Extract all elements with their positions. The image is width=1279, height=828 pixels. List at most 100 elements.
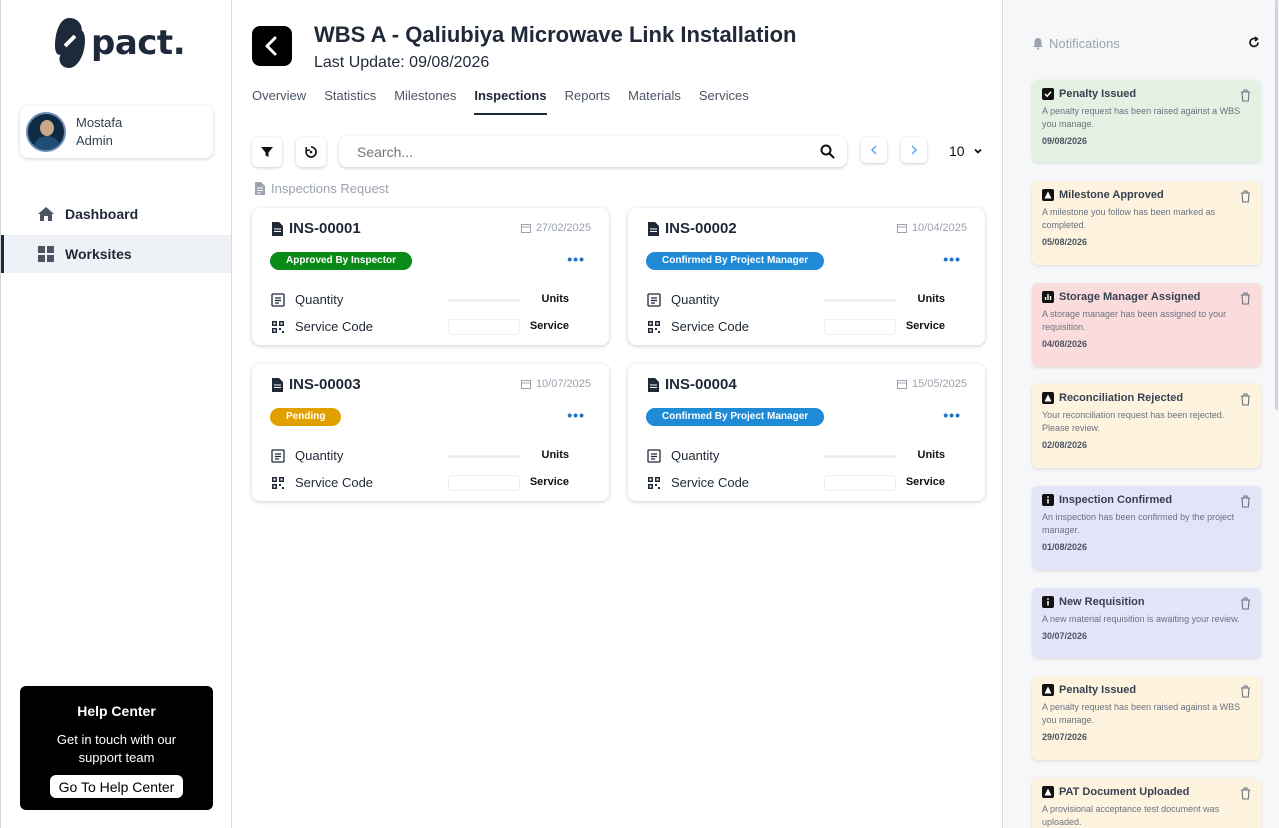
notification-item[interactable]: Milestone Approved A milestone you follo… — [1032, 181, 1261, 265]
service-label: Service — [529, 476, 569, 488]
chevron-left-icon — [265, 36, 277, 56]
tab-materials[interactable]: Materials — [628, 88, 681, 115]
trash-icon[interactable] — [1240, 292, 1251, 305]
inspection-card[interactable]: INS-00001 27/02/2025 Approved By Inspect… — [252, 208, 609, 345]
reset-icon — [305, 146, 317, 158]
qr-code-icon — [272, 476, 284, 489]
inspection-card[interactable]: INS-00003 10/07/2025 Pending ••• Quantit… — [252, 364, 609, 501]
trash-icon[interactable] — [1240, 190, 1251, 203]
inspection-date: 10/04/2025 — [911, 222, 967, 234]
search-box — [339, 136, 847, 167]
warning-icon — [1042, 684, 1054, 696]
per-page-select[interactable]: 10 — [949, 143, 983, 159]
units-label: Units — [917, 293, 946, 305]
search-input[interactable] — [357, 142, 797, 162]
more-options-icon[interactable]: ••• — [567, 407, 585, 423]
notification-date: 04/08/2026 — [1042, 339, 1088, 349]
notification-item[interactable]: PAT Document Uploaded A provisional acce… — [1032, 778, 1261, 828]
notification-message: A storage manager has been assigned to y… — [1042, 309, 1227, 332]
help-center-card: Help Center Get in touch with our suppor… — [20, 686, 213, 810]
per-page-value: 10 — [949, 143, 965, 159]
qr-code-icon — [648, 320, 660, 333]
avatar — [26, 112, 66, 152]
chevron-right-icon — [911, 145, 918, 155]
tab-services[interactable]: Services — [699, 88, 749, 115]
user-card[interactable]: Mostafa Admin — [20, 106, 213, 158]
tab-statistics[interactable]: Statistics — [324, 88, 376, 115]
quantity-label: Quantity — [295, 448, 344, 463]
inspection-card[interactable]: INS-00002 10/04/2025 Confirmed By Projec… — [628, 208, 985, 345]
notification-item[interactable]: Storage Manager Assigned A storage manag… — [1032, 283, 1261, 367]
trash-icon[interactable] — [1240, 685, 1251, 698]
service-label: Service — [905, 320, 945, 332]
notification-item[interactable]: Penalty Issued A penalty request has bee… — [1032, 676, 1261, 760]
notifications-scrollbar[interactable] — [1275, 0, 1278, 410]
nav-worksites-label: Worksites — [65, 246, 132, 262]
notification-message: An inspection has been confirmed by the … — [1042, 512, 1235, 535]
prev-page-button[interactable] — [861, 137, 887, 163]
notification-item[interactable]: Inspection Confirmed An inspection has b… — [1032, 486, 1261, 570]
help-title: Help Center — [77, 703, 156, 719]
page-title: WBS A - Qaliubiya Microwave Link Install… — [314, 22, 797, 47]
status-badge: Confirmed By Project Manager — [646, 408, 825, 426]
inspection-id: INS-00001 — [289, 220, 361, 237]
more-options-icon[interactable]: ••• — [943, 251, 961, 267]
inspection-card[interactable]: INS-00004 15/05/2025 Confirmed By Projec… — [628, 364, 985, 501]
back-button[interactable] — [252, 26, 292, 66]
quantity-bar — [448, 299, 520, 302]
bar-chart-icon — [1042, 291, 1054, 303]
trash-icon[interactable] — [1240, 495, 1251, 508]
service-code-label: Service Code — [295, 319, 374, 334]
notification-message: A penalty request has been raised agains… — [1042, 702, 1241, 725]
nav-worksites[interactable]: Worksites — [1, 235, 232, 273]
search-icon[interactable] — [820, 144, 835, 159]
filter-button[interactable] — [252, 137, 282, 167]
notification-title: Inspection Confirmed — [1059, 494, 1173, 506]
notification-date: 02/08/2026 — [1042, 440, 1088, 450]
inspection-date: 15/05/2025 — [911, 378, 967, 390]
next-page-button[interactable] — [901, 137, 927, 163]
calendar-icon — [896, 224, 907, 233]
service-code-label: Service Code — [295, 475, 374, 490]
document-icon — [272, 377, 283, 392]
units-label: Units — [541, 449, 570, 461]
pact-logo[interactable]: pact. — [51, 16, 186, 70]
reset-button[interactable] — [296, 137, 326, 167]
more-options-icon[interactable]: ••• — [567, 251, 585, 267]
inspection-date: 27/02/2025 — [535, 222, 591, 234]
notification-item[interactable]: Reconciliation Rejected Your reconciliat… — [1032, 384, 1261, 468]
more-options-icon[interactable]: ••• — [943, 407, 961, 423]
tab-milestones[interactable]: Milestones — [394, 88, 456, 115]
calendar-icon — [520, 380, 531, 389]
chevron-down-icon — [973, 148, 982, 154]
trash-icon[interactable] — [1240, 787, 1251, 800]
tab-inspections[interactable]: Inspections — [474, 88, 547, 115]
trash-icon[interactable] — [1240, 89, 1251, 102]
units-label: Units — [541, 293, 570, 305]
trash-icon[interactable] — [1240, 597, 1251, 610]
notification-item[interactable]: Penalty Issued A penalty request has bee… — [1032, 80, 1261, 162]
units-label: Units — [917, 449, 946, 461]
section-label-text: Inspections Request — [271, 181, 389, 196]
notification-message: A provisional acceptance test document w… — [1042, 804, 1220, 827]
info-icon — [1042, 596, 1054, 608]
notification-message: A milestone you follow has been marked a… — [1042, 207, 1216, 230]
warning-icon — [1042, 189, 1054, 201]
chevron-left-icon — [870, 145, 877, 155]
service-code-field — [448, 319, 520, 335]
notification-item[interactable]: New Requisition A new material requisiti… — [1032, 588, 1261, 658]
filter-icon — [261, 147, 273, 157]
tab-reports[interactable]: Reports — [565, 88, 611, 115]
tab-overview[interactable]: Overview — [252, 88, 306, 115]
notification-message: Your reconciliation request has been rej… — [1042, 410, 1225, 433]
service-code-field — [824, 475, 896, 491]
trash-icon[interactable] — [1240, 393, 1251, 406]
refresh-icon[interactable] — [1248, 36, 1260, 49]
inspection-date: 10/07/2025 — [535, 378, 591, 390]
calendar-icon — [896, 380, 907, 389]
nav-dashboard[interactable]: Dashboard — [1, 195, 232, 233]
document-icon — [272, 221, 283, 236]
notification-title: Reconciliation Rejected — [1059, 392, 1184, 404]
help-center-button[interactable]: Go To Help Center — [49, 775, 184, 798]
notification-title: Milestone Approved — [1059, 189, 1164, 201]
